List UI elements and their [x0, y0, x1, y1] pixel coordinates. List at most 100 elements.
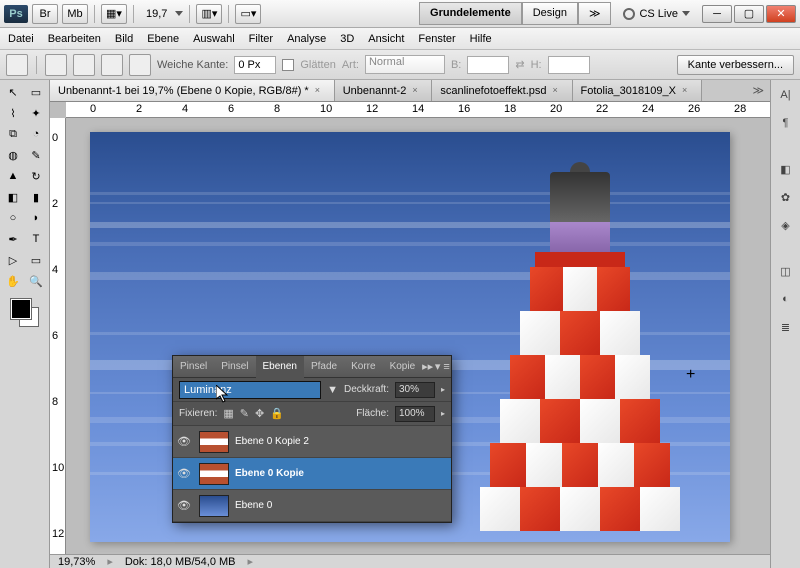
blur-tool[interactable]: ○: [2, 208, 24, 228]
dodge-tool[interactable]: ◗: [25, 208, 47, 228]
gradient-tool[interactable]: ▮: [25, 187, 47, 207]
swatches-panel-icon[interactable]: ◧: [775, 158, 797, 180]
layer-thumbnail[interactable]: [199, 495, 229, 517]
panel-menu-icon[interactable]: ▸▸: [422, 360, 433, 373]
visibility-icon[interactable]: 👁: [177, 435, 193, 448]
menu-ansicht[interactable]: Ansicht: [368, 33, 404, 45]
menu-ebene[interactable]: Ebene: [147, 33, 179, 45]
color-swatch[interactable]: [11, 299, 39, 327]
workspace-more[interactable]: ≫: [578, 2, 612, 25]
eyedrop-tool[interactable]: ◔: [25, 124, 47, 144]
opacity-input[interactable]: 30%: [395, 382, 435, 398]
panel-tab-ebenen[interactable]: Ebenen: [256, 356, 304, 378]
marquee-add-icon[interactable]: [73, 54, 95, 76]
panel-tab-pinsel[interactable]: Pinsel: [214, 356, 255, 378]
layer-name[interactable]: Ebene 0 Kopie 2: [235, 436, 309, 447]
extras-button[interactable]: ▭▾: [235, 4, 261, 24]
screenmode-button[interactable]: ▦▾: [101, 4, 127, 24]
close-button[interactable]: ✕: [766, 5, 796, 23]
layer-name[interactable]: Ebene 0: [235, 500, 272, 511]
navigator-panel-icon[interactable]: ◫: [775, 260, 797, 282]
workspace-tab-design[interactable]: Design: [522, 2, 578, 25]
layer-row[interactable]: 👁 Ebene 0 Kopie: [173, 458, 451, 490]
shape-tool[interactable]: ▭: [25, 250, 47, 270]
visibility-icon[interactable]: 👁: [177, 467, 193, 480]
marquee-tool[interactable]: ▭: [25, 82, 47, 102]
menu-bearbeiten[interactable]: Bearbeiten: [48, 33, 101, 45]
menu-fenster[interactable]: Fenster: [418, 33, 455, 45]
visibility-icon[interactable]: 👁: [177, 499, 193, 512]
panel-menu-icon[interactable]: ≡: [442, 361, 451, 373]
lock-paint-icon[interactable]: ✎: [240, 407, 249, 420]
panel-menu-icon[interactable]: ▾: [433, 360, 442, 373]
layer-thumbnail[interactable]: [199, 463, 229, 485]
panel-tab-korre[interactable]: Korre: [344, 356, 382, 378]
close-icon[interactable]: ×: [412, 85, 423, 96]
refine-edge-button[interactable]: Kante verbessern...: [677, 55, 794, 75]
heal-tool[interactable]: ◍: [2, 145, 24, 165]
type-tool[interactable]: T: [25, 229, 47, 249]
menu-bild[interactable]: Bild: [115, 33, 133, 45]
menu-hilfe[interactable]: Hilfe: [470, 33, 492, 45]
marquee-rect-icon[interactable]: [45, 54, 67, 76]
wand-tool[interactable]: ✦: [25, 103, 47, 123]
paragraph-panel-icon[interactable]: ¶: [775, 112, 797, 134]
minimize-button[interactable]: ─: [702, 5, 732, 23]
adjustments-panel-icon[interactable]: ◐: [775, 288, 797, 310]
path-tool[interactable]: ▷: [2, 250, 24, 270]
marquee-int-icon[interactable]: [129, 54, 151, 76]
menu-datei[interactable]: Datei: [8, 33, 34, 45]
document-tab[interactable]: scanlinefotoeffekt.psd×: [432, 80, 572, 101]
fill-input[interactable]: 100%: [395, 406, 435, 422]
panel-tab-pfade[interactable]: Pfade: [304, 356, 344, 378]
close-icon[interactable]: ×: [315, 85, 326, 96]
menu-auswahl[interactable]: Auswahl: [193, 33, 235, 45]
status-doc[interactable]: Dok: 18,0 MB/54,0 MB: [125, 556, 236, 568]
layer-row[interactable]: 👁 Ebene 0 Kopie 2: [173, 426, 451, 458]
minibridge-button[interactable]: Mb: [62, 4, 88, 24]
zoom-control[interactable]: 19,7: [140, 8, 183, 20]
history-tool[interactable]: ↻: [25, 166, 47, 186]
style-select[interactable]: Normal: [365, 55, 445, 74]
document-tab[interactable]: Fotolia_3018109_X ×: [573, 80, 702, 101]
document-tab[interactable]: Unbenannt-2×: [335, 80, 433, 101]
close-icon[interactable]: ×: [682, 85, 693, 96]
arrange-button[interactable]: ▥▾: [196, 4, 222, 24]
foreground-color[interactable]: [11, 299, 31, 319]
bridge-button[interactable]: Br: [32, 4, 58, 24]
layers-panel-icon[interactable]: ≣: [775, 316, 797, 338]
zoom-tool[interactable]: 🔍: [25, 271, 47, 291]
styles-panel-icon[interactable]: ◈: [775, 214, 797, 236]
menu-analyse[interactable]: Analyse: [287, 33, 326, 45]
menu-3d[interactable]: 3D: [340, 33, 354, 45]
hand-tool[interactable]: ✋: [2, 271, 24, 291]
layers-panel[interactable]: PinselPinselEbenenPfadeKorreKopie▸▸▾≡ Lu…: [172, 355, 452, 523]
crop-tool[interactable]: ⧉: [2, 124, 24, 144]
menu-filter[interactable]: Filter: [249, 33, 273, 45]
character-panel-icon[interactable]: A|: [775, 84, 797, 106]
stamp-tool[interactable]: ▲: [2, 166, 24, 186]
lock-transparent-icon[interactable]: ▦: [223, 407, 233, 420]
maximize-button[interactable]: ▢: [734, 5, 764, 23]
panel-tab-pinsel[interactable]: Pinsel: [173, 356, 214, 378]
lock-all-icon[interactable]: 🔒: [270, 407, 284, 420]
layer-name[interactable]: Ebene 0 Kopie: [235, 468, 304, 479]
panel-tab-kopie[interactable]: Kopie: [383, 356, 423, 378]
status-zoom[interactable]: 19,73%: [58, 556, 95, 568]
brushes-panel-icon[interactable]: ✿: [775, 186, 797, 208]
document-tab[interactable]: Unbenannt-1 bei 19,7% (Ebene 0 Kopie, RG…: [50, 80, 335, 101]
lock-move-icon[interactable]: ✥: [255, 407, 264, 420]
eraser-tool[interactable]: ◧: [2, 187, 24, 207]
close-icon[interactable]: ×: [553, 85, 564, 96]
pen-tool[interactable]: ✒: [2, 229, 24, 249]
layer-thumbnail[interactable]: [199, 431, 229, 453]
tool-preset-icon[interactable]: [6, 54, 28, 76]
layer-row[interactable]: 👁 Ebene 0: [173, 490, 451, 522]
marquee-sub-icon[interactable]: [101, 54, 123, 76]
blend-mode-select[interactable]: Luminanz: [179, 381, 321, 399]
tabs-overflow[interactable]: ≫: [746, 84, 770, 97]
cslive-button[interactable]: CS Live: [623, 8, 690, 20]
brush-tool[interactable]: ✎: [25, 145, 47, 165]
lasso-tool[interactable]: ⌇: [2, 103, 24, 123]
workspace-tab-essentials[interactable]: Grundelemente: [419, 2, 522, 25]
